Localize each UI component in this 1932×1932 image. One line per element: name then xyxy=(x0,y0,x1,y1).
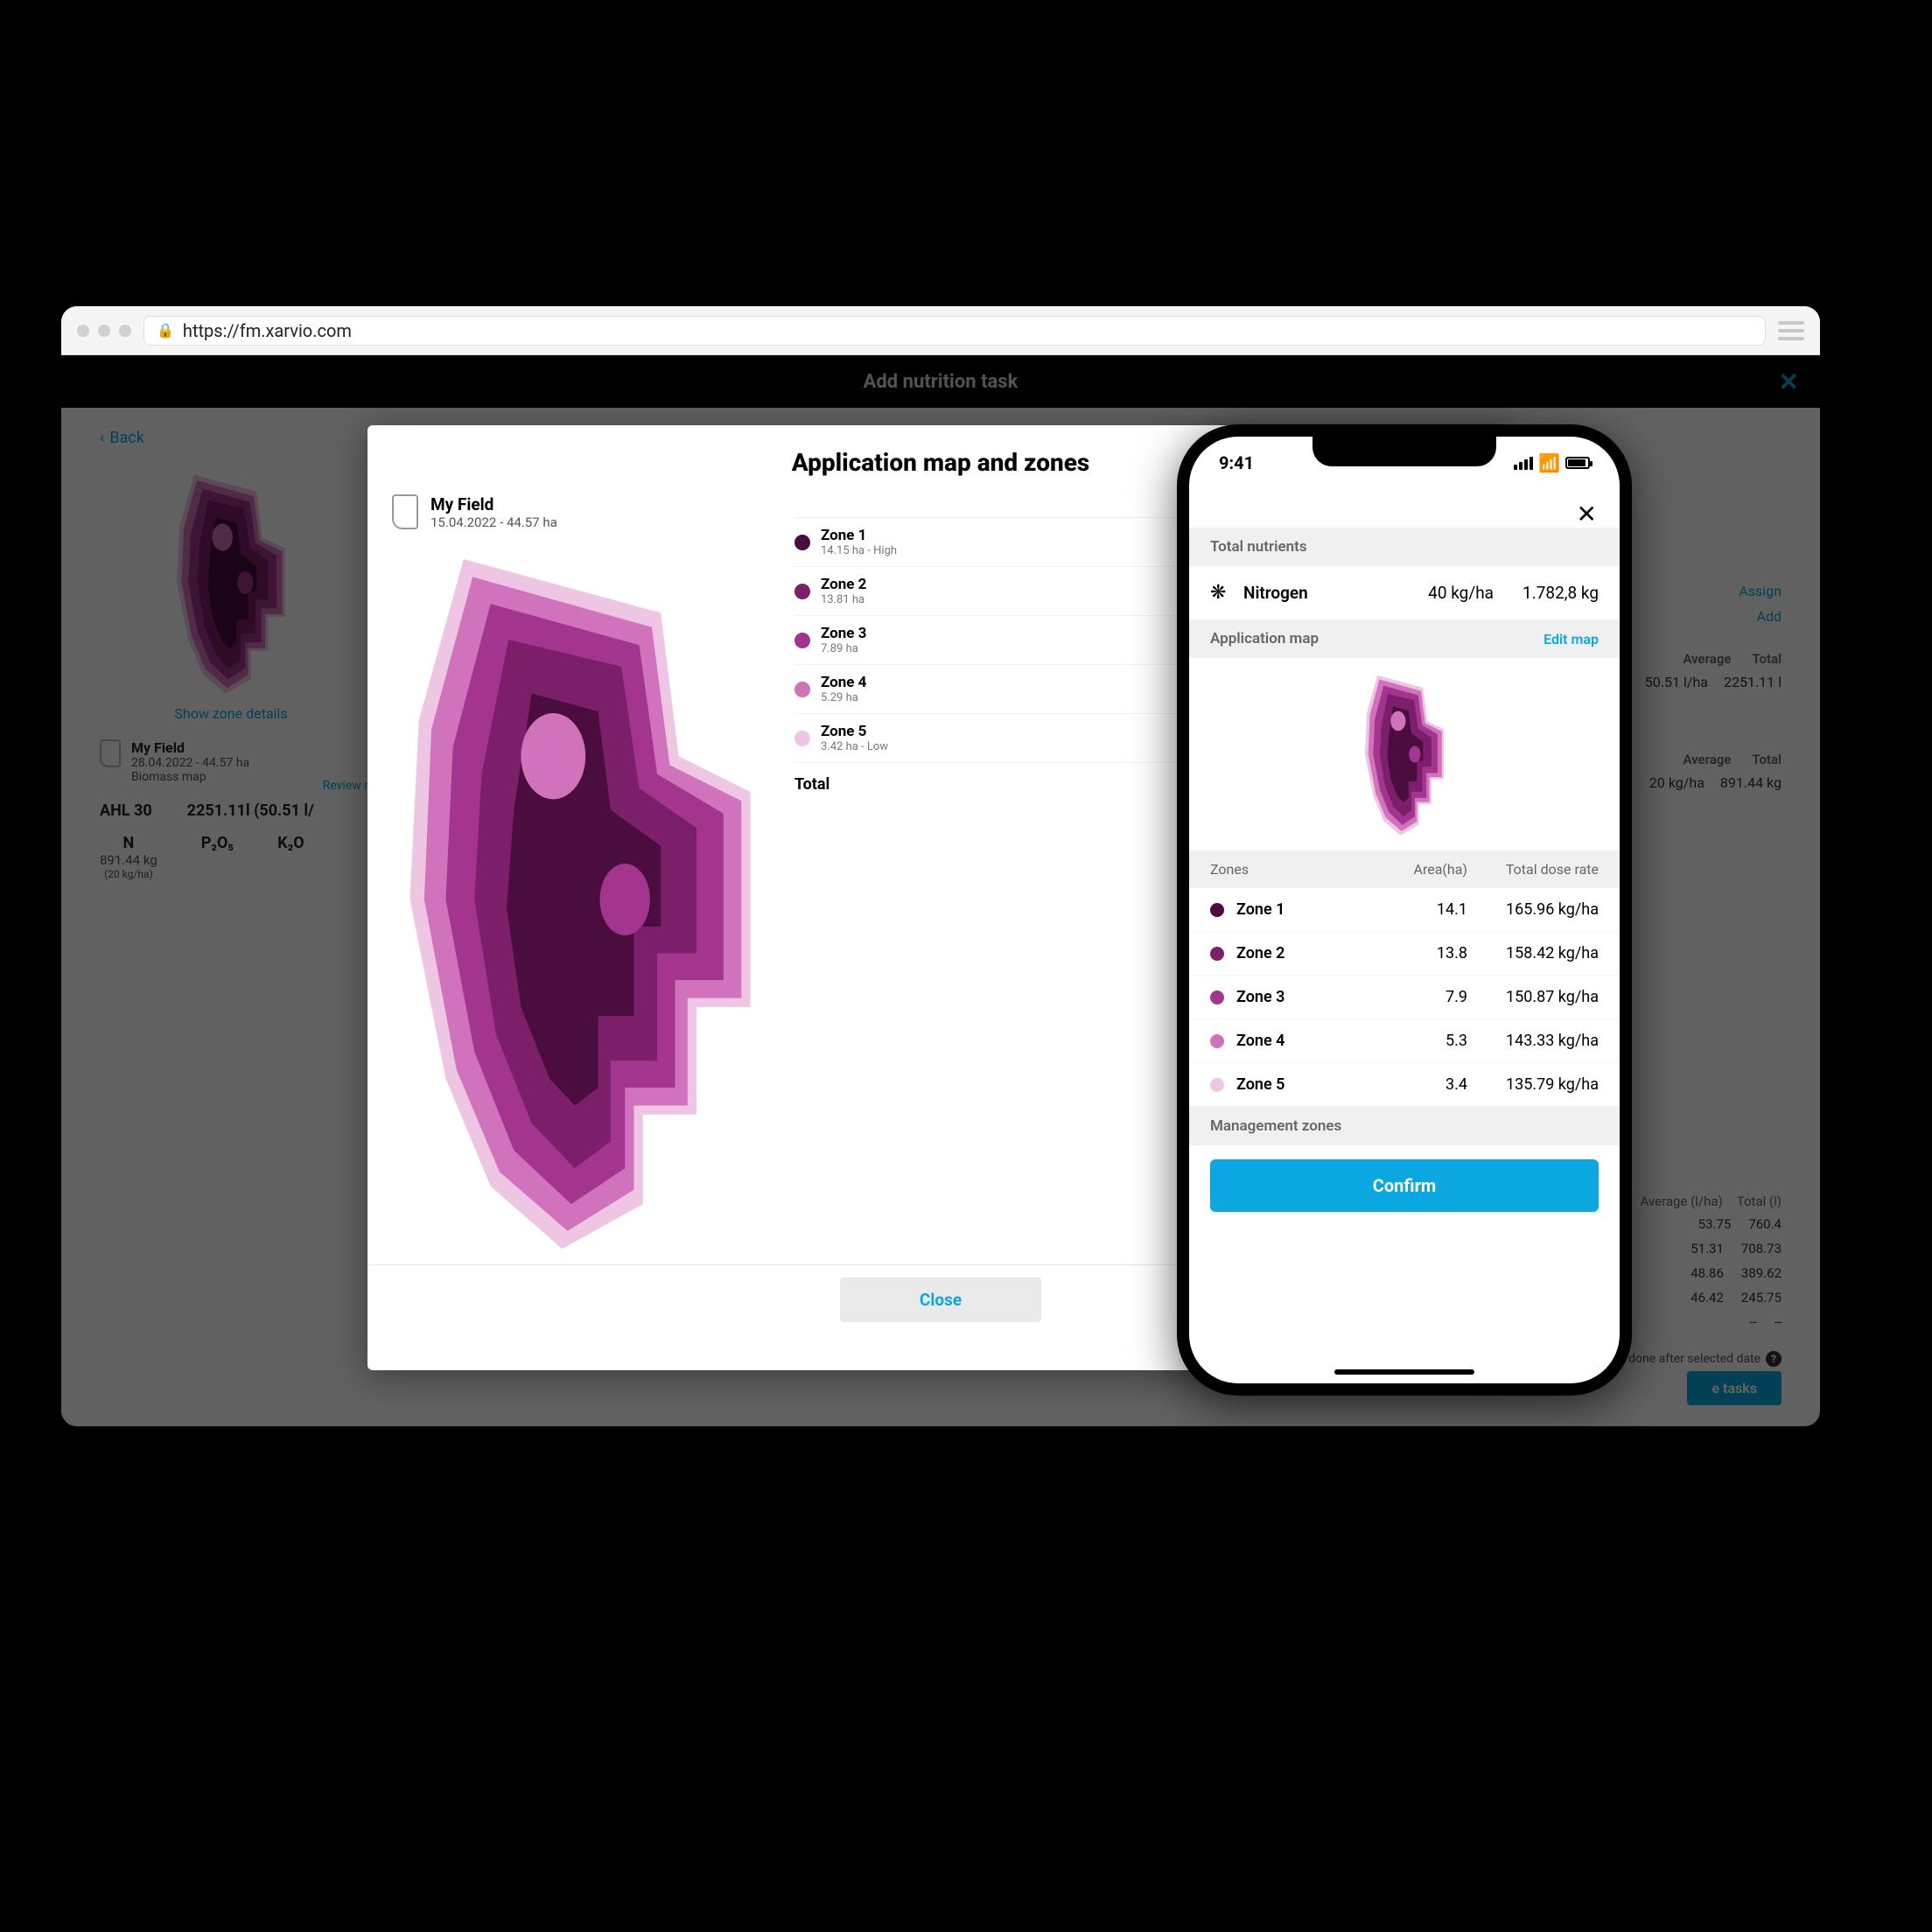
lock-icon: 🔒 xyxy=(157,322,174,339)
zone-color-dot xyxy=(794,682,810,697)
close-button[interactable]: Close xyxy=(840,1278,1041,1322)
field-shape-icon xyxy=(392,494,418,529)
phone-zone-row[interactable]: Zone 4 5.3 143.33 kg/ha xyxy=(1189,1019,1620,1063)
modal-field-name: My Field xyxy=(430,494,557,514)
phone-zone-row[interactable]: Zone 5 3.4 135.79 kg/ha xyxy=(1189,1063,1620,1107)
confirm-button[interactable]: Confirm xyxy=(1210,1159,1599,1212)
zone-color-dot xyxy=(794,731,810,746)
traffic-lights[interactable] xyxy=(77,325,131,337)
zone-color-dot xyxy=(1210,1034,1224,1048)
phone-zone-row[interactable]: Zone 3 7.9 150.87 kg/ha xyxy=(1189,976,1620,1019)
url-text: https://fm.xarvio.com xyxy=(183,320,352,341)
management-zones-header: Management zones xyxy=(1189,1107,1620,1145)
home-indicator[interactable] xyxy=(1334,1369,1474,1375)
zone-color-dot xyxy=(794,633,810,648)
total-nutrients-header: Total nutrients xyxy=(1189,528,1620,566)
zone-color-dot xyxy=(1210,903,1224,917)
phone-zone-row[interactable]: Zone 2 13.8 158.42 kg/ha xyxy=(1189,932,1620,976)
nutrient-icon: ❋ xyxy=(1210,582,1231,604)
phone-zone-header: Zones Area(ha) Total dose rate xyxy=(1189,850,1620,888)
modal-field-sub: 15.04.2022 - 44.57 ha xyxy=(430,514,557,530)
menu-icon[interactable] xyxy=(1778,321,1804,340)
zone-color-dot xyxy=(794,584,810,599)
status-time: 9:41 xyxy=(1219,452,1254,473)
zone-color-dot xyxy=(1210,947,1224,961)
edit-map-link[interactable]: Edit map xyxy=(1544,631,1599,648)
browser-chrome: 🔒 https://fm.xarvio.com xyxy=(61,306,1820,355)
phone-notch xyxy=(1312,437,1496,466)
application-map-header: Application map Edit map xyxy=(1189,620,1620,658)
battery-icon xyxy=(1565,457,1590,469)
zone-color-dot xyxy=(794,535,810,550)
wifi-icon: 📶 xyxy=(1538,452,1560,473)
zone-color-dot xyxy=(1210,990,1224,1004)
modal-field-info: My Field 15.04.2022 - 44.57 ha xyxy=(392,494,777,530)
signal-icon xyxy=(1514,457,1533,470)
modal-field-map xyxy=(392,541,768,1258)
zone-color-dot xyxy=(1210,1078,1224,1092)
phone-close-icon[interactable]: ✕ xyxy=(1577,500,1597,528)
nutrient-row[interactable]: ❋ Nitrogen 40 kg/ha 1.782,8 kg xyxy=(1189,566,1620,620)
phone-field-map[interactable] xyxy=(1189,658,1620,850)
address-bar[interactable]: 🔒 https://fm.xarvio.com xyxy=(144,316,1766,346)
phone-mockup: 9:41 📶 ✕ Total nutrients ❋ Nitrogen 40 k… xyxy=(1177,424,1632,1396)
phone-zone-row[interactable]: Zone 1 14.1 165.96 kg/ha xyxy=(1189,888,1620,932)
